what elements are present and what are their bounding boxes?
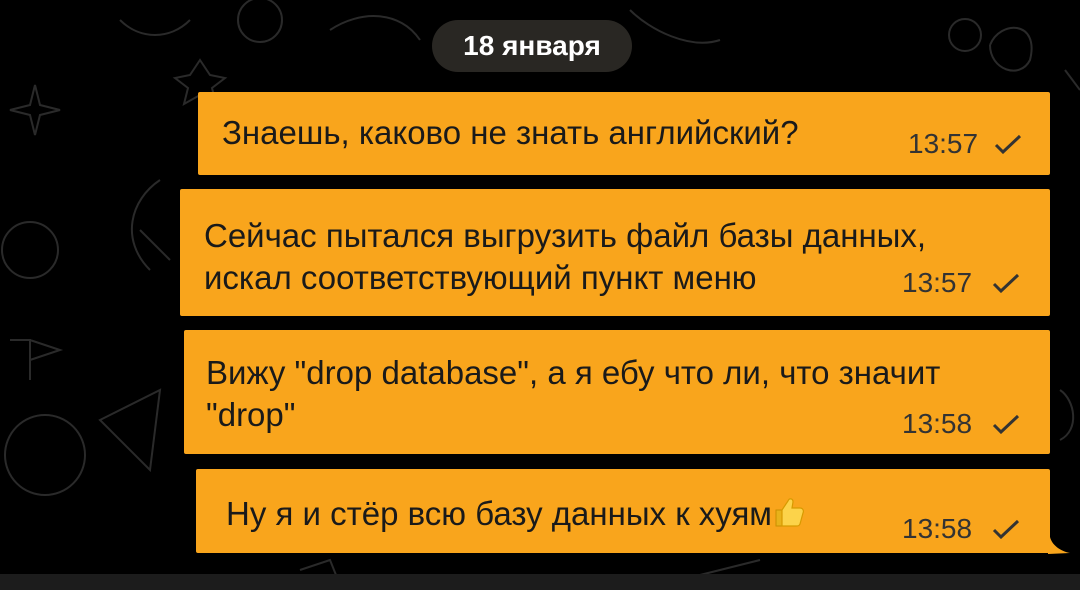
message-bubble[interactable]: Знаешь, каково не знать английский? 13:5… (198, 92, 1050, 175)
message-time: 13:58 (902, 513, 973, 544)
message-text: Сейчас пытался выгрузить файл базы данны… (204, 217, 927, 296)
message-time: 13:57 (908, 128, 979, 159)
check-icon (994, 134, 1022, 154)
message-bubble[interactable]: Вижу "drop database", а я ебу что ли, чт… (184, 330, 1050, 454)
message-text: Знаешь, каково не знать английский? (222, 114, 799, 151)
message-time: 13:57 (902, 267, 973, 298)
message-text: Ну я и стёр всю базу данных к хуям (226, 493, 806, 535)
thumbs-up-emoji-icon (775, 498, 804, 527)
message-bubble[interactable]: Ну я и стёр всю базу данных к хуям 13:58 (196, 469, 1050, 553)
bubble-tail (1048, 537, 1070, 554)
message-text-content: Ну я и стёр всю базу данных к хуям (226, 495, 772, 532)
message-bubble[interactable]: Сейчас пытался выгрузить файл базы данны… (180, 189, 1050, 316)
message-text: Вижу "drop database", а я ебу что ли, чт… (206, 354, 941, 433)
date-separator: 18 января (432, 20, 632, 72)
check-icon (992, 519, 1020, 539)
bottom-bar (0, 574, 1080, 590)
check-icon (992, 273, 1020, 293)
check-icon (992, 414, 1020, 434)
message-time: 13:58 (902, 408, 973, 439)
